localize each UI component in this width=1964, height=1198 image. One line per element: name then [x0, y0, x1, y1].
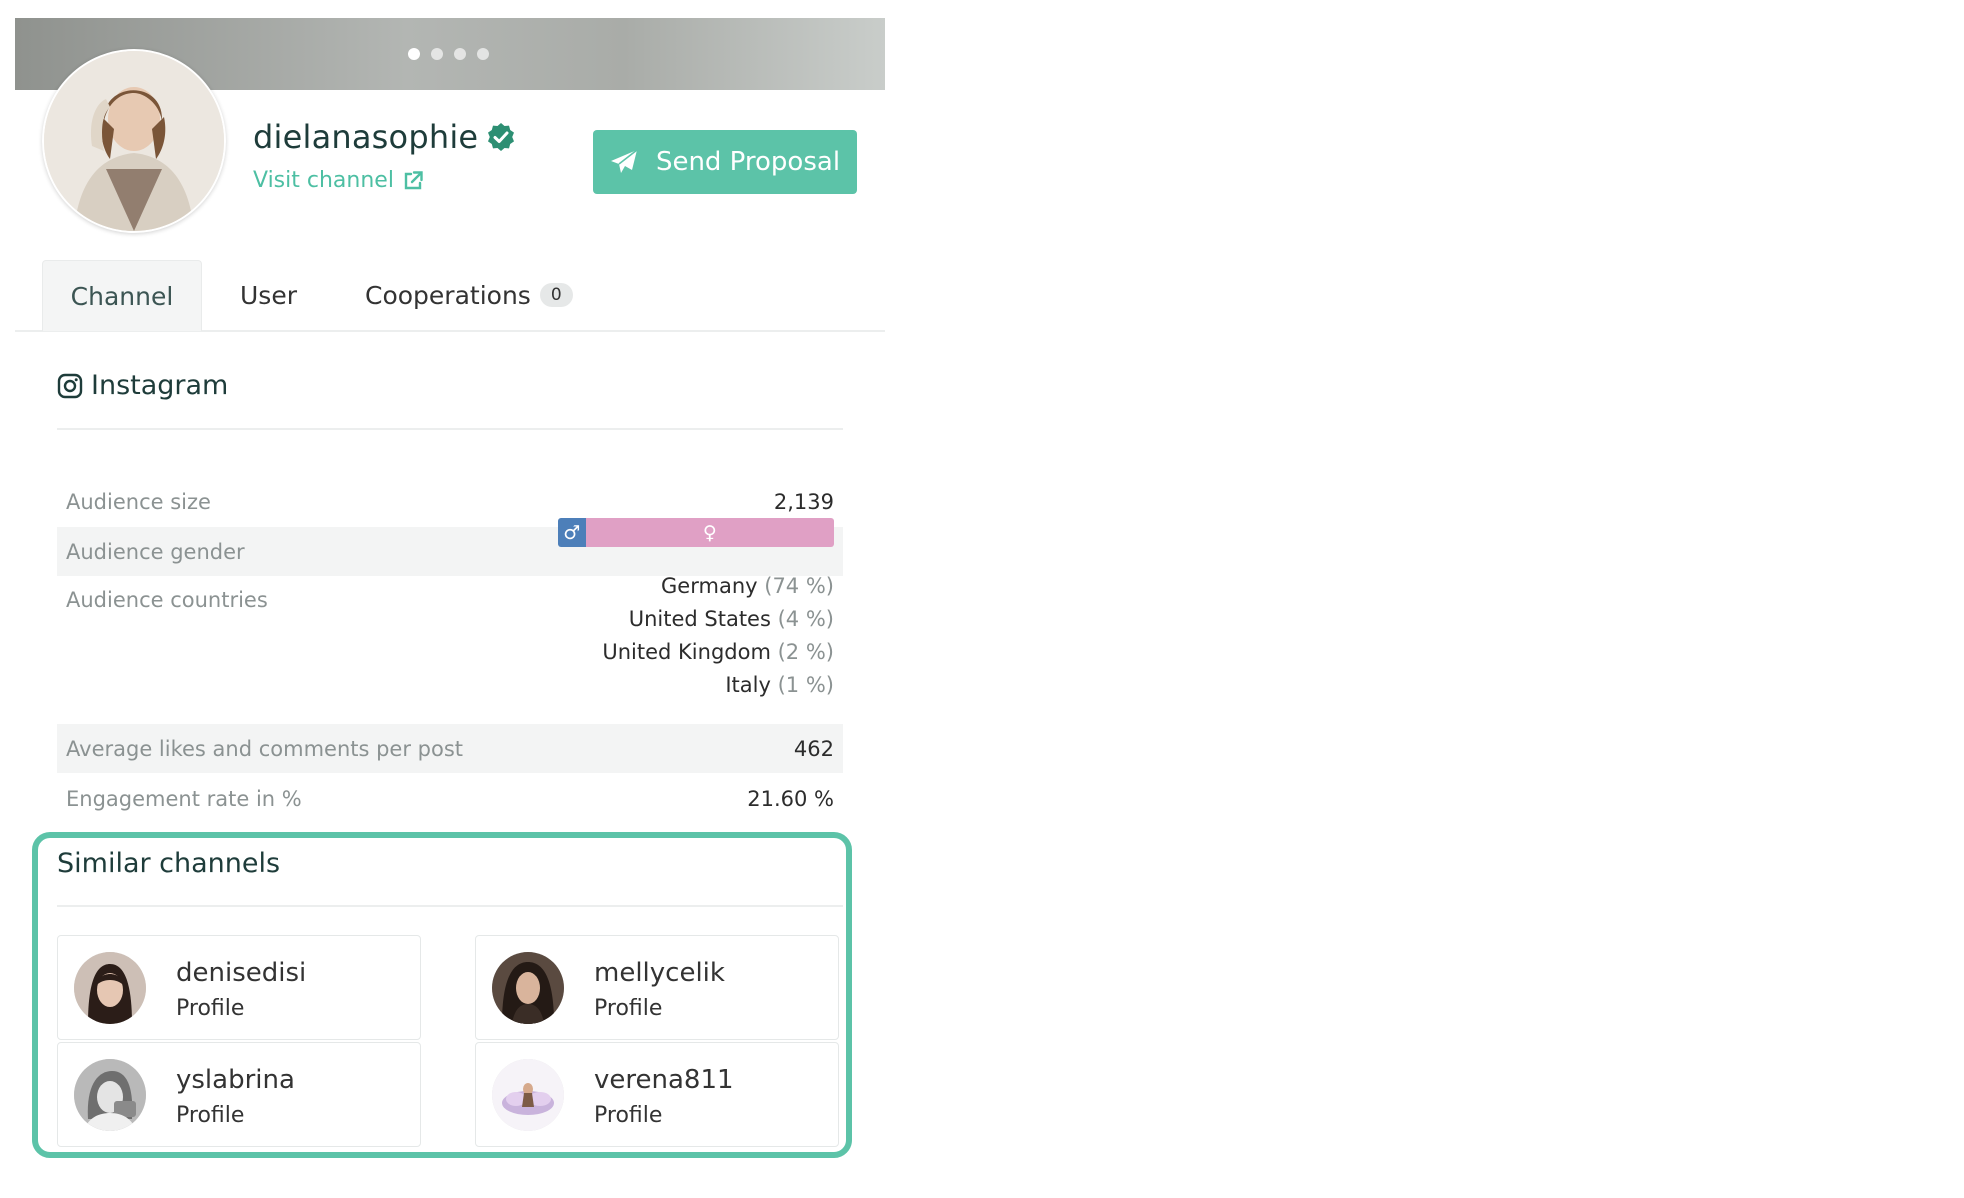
- divider: [57, 428, 843, 430]
- external-link-icon: [404, 170, 423, 189]
- profile-avatar: [42, 49, 226, 233]
- profile-name-row: dielanasophie: [253, 118, 516, 156]
- similar-channel-sub: Profile: [176, 1103, 245, 1128]
- send-proposal-button[interactable]: Send Proposal: [593, 130, 857, 194]
- carousel-dot-4[interactable]: [477, 48, 489, 60]
- similar-channel-name: mellycelik: [594, 958, 725, 988]
- stat-label: Audience size: [66, 489, 211, 514]
- profile-name: dielanasophie: [253, 118, 479, 156]
- tab-user[interactable]: User: [240, 260, 297, 330]
- country-name: Italy: [725, 673, 771, 697]
- instagram-icon: [57, 373, 83, 398]
- stat-label: Audience gender: [66, 539, 245, 564]
- verified-check-icon: [488, 123, 515, 151]
- carousel-dot-2[interactable]: [431, 48, 443, 60]
- country-name: United States: [628, 607, 771, 631]
- similar-channel-sub: Profile: [594, 1103, 663, 1128]
- similar-channel-card[interactable]: yslabrina Profile: [57, 1042, 421, 1147]
- country-pct: (4 %): [777, 607, 834, 631]
- carousel-dots: [408, 48, 489, 60]
- tab-channel-label: Channel: [70, 281, 174, 311]
- stat-value: 21.60 %: [747, 786, 834, 811]
- countries-list: Germany (74 %) United States (4 %) Unite…: [602, 570, 834, 702]
- similar-channel-card[interactable]: mellycelik Profile: [475, 935, 839, 1040]
- country-pct: (1 %): [777, 673, 834, 697]
- carousel-dot-1[interactable]: [408, 48, 420, 60]
- send-proposal-label: Send Proposal: [655, 147, 841, 177]
- female-symbol-icon: ♀: [585, 518, 834, 547]
- carousel-dot-3[interactable]: [454, 48, 466, 60]
- similar-channel-card[interactable]: verena811 Profile: [475, 1042, 839, 1147]
- country-item: Italy (1 %): [602, 669, 834, 702]
- stat-value: 462: [793, 736, 834, 761]
- stat-engagement: Engagement rate in % 21.60 %: [57, 774, 843, 823]
- country-name: United Kingdom: [602, 640, 771, 664]
- avatar: [74, 952, 146, 1024]
- stat-avg-likes: Average likes and comments per post 462: [57, 724, 843, 773]
- tab-cooperations-label: Cooperations: [365, 280, 531, 310]
- tab-user-label: User: [240, 280, 297, 310]
- similar-channel-name: denisedisi: [176, 958, 307, 988]
- paper-plane-icon: [610, 149, 638, 173]
- country-item: United States (4 %): [602, 603, 834, 636]
- similar-channel-name: yslabrina: [176, 1065, 295, 1095]
- country-pct: (2 %): [777, 640, 834, 664]
- country-item: Germany (74 %): [602, 570, 834, 603]
- stat-value: 2,139: [773, 489, 834, 514]
- profile-tabs: Channel User Cooperations 0: [15, 260, 885, 332]
- platform-name: Instagram: [91, 370, 229, 401]
- similar-channel-sub: Profile: [176, 996, 245, 1021]
- similar-channel-sub: Profile: [594, 996, 663, 1021]
- avatar: [492, 1059, 564, 1131]
- gender-bar: ♂ ♀: [558, 518, 834, 547]
- male-symbol-icon: ♂: [558, 518, 586, 547]
- similar-channels-title: Similar channels: [57, 848, 281, 879]
- visit-channel-link[interactable]: Visit channel: [253, 168, 424, 193]
- visit-channel-label: Visit channel: [253, 168, 394, 193]
- avatar: [74, 1059, 146, 1131]
- stat-label: Average likes and comments per post: [66, 736, 464, 761]
- cooperations-count-badge: 0: [539, 283, 573, 307]
- similar-channel-name: verena811: [594, 1065, 734, 1095]
- tab-channel[interactable]: Channel: [42, 260, 202, 331]
- avatar: [492, 952, 564, 1024]
- platform-header: Instagram: [57, 370, 228, 401]
- divider: [57, 905, 843, 907]
- country-pct: (74 %): [764, 574, 834, 598]
- tab-cooperations[interactable]: Cooperations 0: [365, 260, 573, 330]
- country-item: United Kingdom (2 %): [602, 636, 834, 669]
- stat-label: Audience countries: [66, 588, 268, 612]
- country-name: Germany: [661, 574, 758, 598]
- stat-label: Engagement rate in %: [66, 786, 302, 811]
- similar-channel-card[interactable]: denisedisi Profile: [57, 935, 421, 1040]
